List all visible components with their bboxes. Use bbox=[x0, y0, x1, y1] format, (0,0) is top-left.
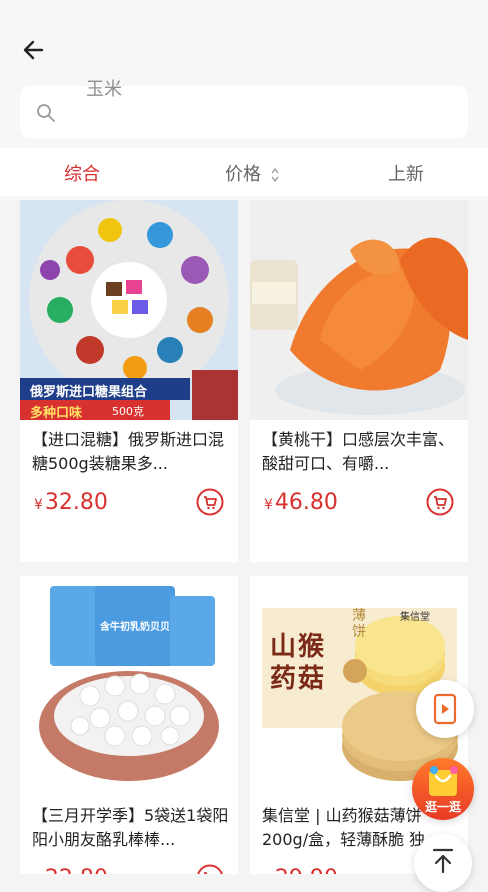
cart-icon[interactable] bbox=[196, 864, 224, 874]
back-to-top-button[interactable] bbox=[414, 834, 472, 892]
banner-weight: 500克 bbox=[112, 405, 144, 418]
search-placeholder: 玉米 bbox=[86, 79, 122, 100]
product-title: 【三月开学季】5袋送1袋阳阳小朋友酪乳棒棒... bbox=[32, 806, 229, 849]
product-image: 俄罗斯进口糖果组合 多种口味 500克 bbox=[20, 200, 238, 420]
product-price: ¥22.80 bbox=[34, 866, 108, 874]
browse-button[interactable]: 逛一逛 bbox=[412, 758, 474, 820]
product-card[interactable]: 【黄桃干】口感层次丰富、酸甜可口、有嚼... ¥46.80 bbox=[250, 200, 468, 562]
currency-symbol: ¥ bbox=[34, 497, 43, 513]
currency-symbol: ¥ bbox=[264, 497, 273, 513]
search-input[interactable]: 玉米 bbox=[20, 80, 468, 138]
product-price: ¥46.80 bbox=[264, 490, 338, 515]
brand-label: 集信堂 bbox=[400, 612, 430, 623]
browse-label: 逛一逛 bbox=[424, 800, 461, 814]
price-value: 32.80 bbox=[44, 490, 108, 515]
arrow-up-icon bbox=[432, 848, 454, 874]
price-value: 22.80 bbox=[45, 866, 108, 874]
video-button[interactable] bbox=[416, 680, 474, 738]
tab-price[interactable]: 价格 bbox=[225, 160, 279, 186]
product-card[interactable]: 俄罗斯进口糖果组合 多种口味 500克 【进口混糖】俄罗斯进口混糖500g装糖果… bbox=[20, 200, 238, 562]
sort-tabs: 综合 价格 上新 bbox=[0, 148, 488, 196]
video-play-icon bbox=[433, 693, 457, 725]
price-value: 46.80 bbox=[274, 490, 338, 515]
back-arrow-icon[interactable] bbox=[20, 36, 48, 64]
product-title: 【黄桃干】口感层次丰富、酸甜可口、有嚼... bbox=[262, 430, 455, 473]
product-image bbox=[250, 200, 468, 420]
price-value: 29.90 bbox=[275, 866, 338, 874]
product-title: 【进口混糖】俄罗斯进口混糖500g装糖果多... bbox=[32, 430, 225, 473]
product-image: 含牛初乳奶贝贝 bbox=[20, 576, 238, 796]
tab-new[interactable]: 上新 bbox=[388, 160, 424, 186]
sort-icon bbox=[271, 168, 279, 182]
header: 玉米 综合 价格 上新 bbox=[0, 0, 488, 200]
box-big-2: 药菇 bbox=[270, 664, 327, 694]
cart-icon[interactable] bbox=[196, 488, 224, 516]
banner-text: 俄罗斯进口糖果组合 bbox=[30, 385, 148, 400]
product-price: ¥29.90 bbox=[264, 866, 338, 874]
pack-label: 含牛初乳奶贝贝 bbox=[100, 622, 170, 633]
search-icon bbox=[37, 104, 55, 122]
box-small: 薄饼 bbox=[352, 608, 366, 640]
product-price: ¥32.80 bbox=[34, 490, 108, 515]
tab-price-label: 价格 bbox=[225, 164, 261, 185]
banner-sub: 多种口味 bbox=[30, 406, 83, 420]
cart-icon[interactable] bbox=[426, 488, 454, 516]
product-card[interactable]: 含牛初乳奶贝贝 【三月开学季】5袋送1袋阳阳小朋友酪乳棒棒... ¥22.80 bbox=[20, 576, 238, 874]
tab-comprehensive[interactable]: 综合 bbox=[64, 160, 100, 186]
